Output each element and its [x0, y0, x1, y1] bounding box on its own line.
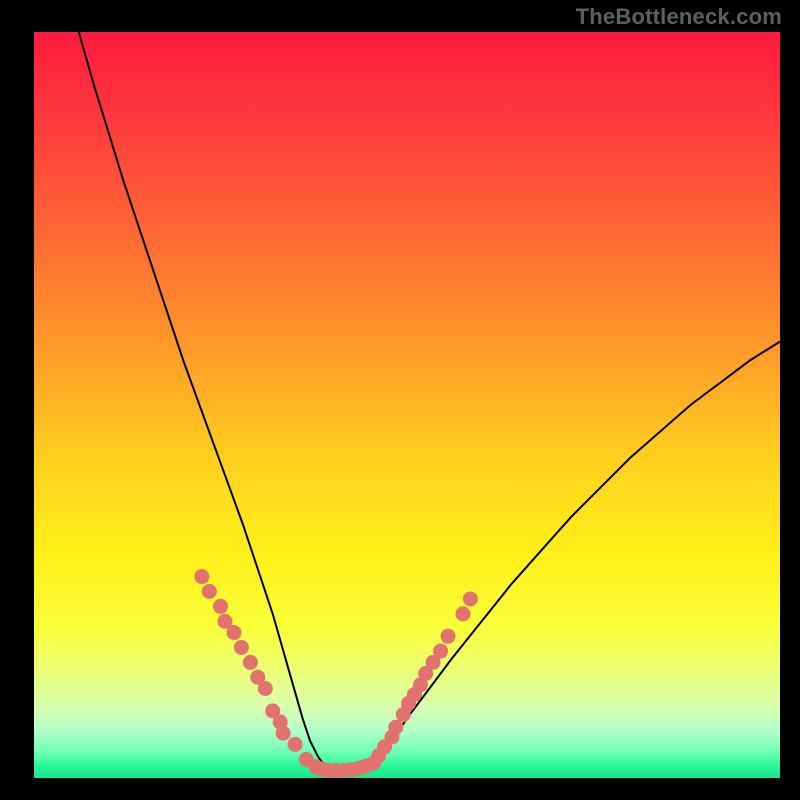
highlight-dot	[234, 640, 249, 655]
highlight-dot	[463, 591, 478, 606]
highlight-dot	[202, 584, 217, 599]
highlight-dot	[455, 606, 470, 621]
chart-frame: TheBottleneck.com	[0, 0, 800, 800]
highlight-dot	[243, 655, 258, 670]
bottleneck-chart	[0, 0, 800, 800]
highlight-dot	[213, 599, 228, 614]
highlight-dot	[288, 737, 303, 752]
highlight-dot	[388, 720, 403, 735]
highlight-dot	[441, 629, 456, 644]
plot-background	[34, 32, 780, 778]
highlight-dot	[258, 681, 273, 696]
watermark-text: TheBottleneck.com	[576, 4, 782, 30]
highlight-dot	[276, 726, 291, 741]
highlight-dot	[194, 569, 209, 584]
highlight-dot	[433, 644, 448, 659]
highlight-dot	[226, 625, 241, 640]
